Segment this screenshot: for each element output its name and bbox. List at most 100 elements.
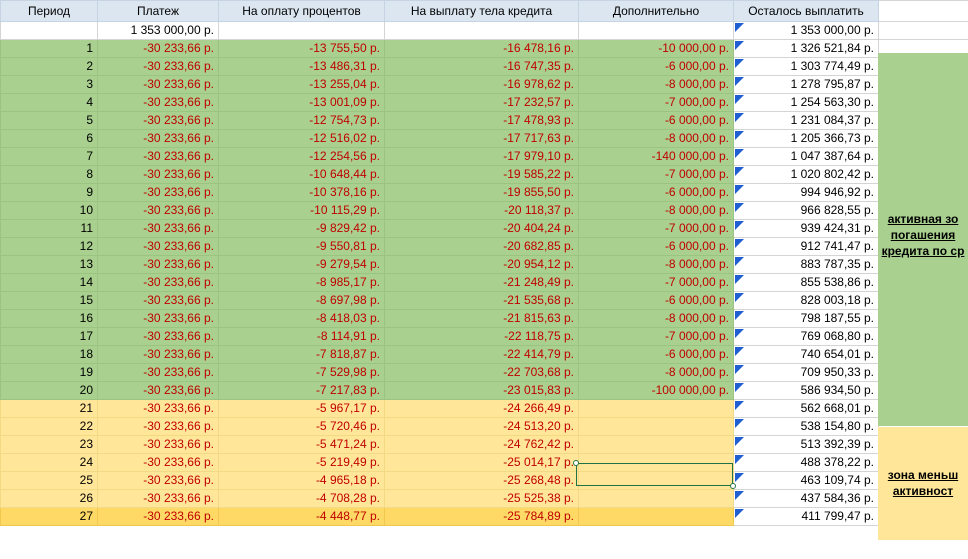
remaining-cell[interactable]: 1 231 084,37 р.: [733, 111, 879, 130]
principal-cell[interactable]: -22 118,75 р.: [384, 327, 579, 346]
payment-cell[interactable]: -30 233,66 р.: [97, 147, 219, 166]
payment-cell[interactable]: -30 233,66 р.: [97, 183, 219, 202]
header-remaining[interactable]: Осталось выплатить: [733, 0, 879, 22]
period-cell[interactable]: 15: [0, 291, 98, 310]
header-period[interactable]: Период: [0, 0, 98, 22]
principal-cell[interactable]: -25 014,17 р.: [384, 453, 579, 472]
remaining-cell[interactable]: 855 538,86 р.: [733, 273, 879, 292]
extra-cell[interactable]: -6 000,00 р.: [578, 57, 734, 76]
extra-cell[interactable]: -7 000,00 р.: [578, 165, 734, 184]
selection-handle-icon[interactable]: [730, 483, 736, 489]
extra-cell[interactable]: [578, 417, 734, 436]
payment-cell[interactable]: -30 233,66 р.: [97, 93, 219, 112]
remaining-cell[interactable]: 769 068,80 р.: [733, 327, 879, 346]
interest-cell[interactable]: -5 967,17 р.: [218, 399, 385, 418]
principal-cell[interactable]: -25 268,48 р.: [384, 471, 579, 490]
extra-cell[interactable]: [578, 453, 734, 472]
payment-cell[interactable]: -30 233,66 р.: [97, 129, 219, 148]
remaining-cell[interactable]: 488 378,22 р.: [733, 453, 879, 472]
period-cell[interactable]: 24: [0, 453, 98, 472]
payment-cell[interactable]: -30 233,66 р.: [97, 255, 219, 274]
principal-cell[interactable]: -17 478,93 р.: [384, 111, 579, 130]
principal-cell[interactable]: -16 978,62 р.: [384, 75, 579, 94]
period-cell[interactable]: 20: [0, 381, 98, 400]
principal-cell[interactable]: -24 266,49 р.: [384, 399, 579, 418]
extra-cell[interactable]: -7 000,00 р.: [578, 273, 734, 292]
payment-cell[interactable]: -30 233,66 р.: [97, 165, 219, 184]
extra-cell[interactable]: -6 000,00 р.: [578, 111, 734, 130]
remaining-cell[interactable]: 883 787,35 р.: [733, 255, 879, 274]
interest-cell[interactable]: -13 001,09 р.: [218, 93, 385, 112]
payment-cell[interactable]: -30 233,66 р.: [97, 417, 219, 436]
initial-remaining-cell[interactable]: 1 353 000,00 р.: [733, 21, 879, 40]
interest-cell[interactable]: -8 114,91 р.: [218, 327, 385, 346]
extra-cell[interactable]: [578, 471, 734, 490]
remaining-cell[interactable]: 1 205 366,73 р.: [733, 129, 879, 148]
principal-cell[interactable]: -22 414,79 р.: [384, 345, 579, 364]
principal-cell[interactable]: -23 015,83 р.: [384, 381, 579, 400]
extra-cell[interactable]: -140 000,00 р.: [578, 147, 734, 166]
payment-cell[interactable]: -30 233,66 р.: [97, 201, 219, 220]
extra-cell[interactable]: -100 000,00 р.: [578, 381, 734, 400]
interest-cell[interactable]: -7 529,98 р.: [218, 363, 385, 382]
principal-cell[interactable]: -21 815,63 р.: [384, 309, 579, 328]
payment-cell[interactable]: -30 233,66 р.: [97, 327, 219, 346]
principal-cell[interactable]: -24 513,20 р.: [384, 417, 579, 436]
extra-cell[interactable]: -7 000,00 р.: [578, 219, 734, 238]
extra-cell[interactable]: -8 000,00 р.: [578, 309, 734, 328]
interest-cell[interactable]: -10 378,16 р.: [218, 183, 385, 202]
interest-cell[interactable]: -12 516,02 р.: [218, 129, 385, 148]
principal-cell[interactable]: -25 784,89 р.: [384, 507, 579, 526]
remaining-cell[interactable]: 437 584,36 р.: [733, 489, 879, 508]
extra-cell[interactable]: [578, 399, 734, 418]
payment-cell[interactable]: -30 233,66 р.: [97, 219, 219, 238]
interest-cell[interactable]: -5 471,24 р.: [218, 435, 385, 454]
principal-cell[interactable]: -25 525,38 р.: [384, 489, 579, 508]
interest-cell[interactable]: -7 818,87 р.: [218, 345, 385, 364]
interest-cell[interactable]: -13 255,04 р.: [218, 75, 385, 94]
period-cell[interactable]: 3: [0, 75, 98, 94]
interest-cell[interactable]: -9 279,54 р.: [218, 255, 385, 274]
remaining-cell[interactable]: 586 934,50 р.: [733, 381, 879, 400]
interest-cell[interactable]: -8 985,17 р.: [218, 273, 385, 292]
remaining-cell[interactable]: 966 828,55 р.: [733, 201, 879, 220]
principal-cell[interactable]: -20 954,12 р.: [384, 255, 579, 274]
extra-cell[interactable]: -6 000,00 р.: [578, 237, 734, 256]
period-cell[interactable]: 19: [0, 363, 98, 382]
initial-payment-cell[interactable]: 1 353 000,00 р.: [97, 21, 219, 40]
period-cell[interactable]: 5: [0, 111, 98, 130]
interest-cell[interactable]: -5 720,46 р.: [218, 417, 385, 436]
remaining-cell[interactable]: 562 668,01 р.: [733, 399, 879, 418]
payment-cell[interactable]: -30 233,66 р.: [97, 291, 219, 310]
payment-cell[interactable]: -30 233,66 р.: [97, 237, 219, 256]
header-principal[interactable]: На выплату тела кредита: [384, 0, 579, 22]
payment-cell[interactable]: -30 233,66 р.: [97, 363, 219, 382]
interest-cell[interactable]: -13 486,31 р.: [218, 57, 385, 76]
principal-cell[interactable]: -24 762,42 р.: [384, 435, 579, 454]
period-cell[interactable]: 4: [0, 93, 98, 112]
principal-cell[interactable]: -16 478,16 р.: [384, 39, 579, 58]
principal-cell[interactable]: -22 703,68 р.: [384, 363, 579, 382]
interest-cell[interactable]: -10 648,44 р.: [218, 165, 385, 184]
payment-cell[interactable]: -30 233,66 р.: [97, 273, 219, 292]
header-payment[interactable]: Платеж: [97, 0, 219, 22]
remaining-cell[interactable]: 912 741,47 р.: [733, 237, 879, 256]
extra-cell[interactable]: -7 000,00 р.: [578, 93, 734, 112]
interest-cell[interactable]: -4 708,28 р.: [218, 489, 385, 508]
extra-cell[interactable]: [578, 435, 734, 454]
interest-cell[interactable]: -5 219,49 р.: [218, 453, 385, 472]
payment-cell[interactable]: -30 233,66 р.: [97, 507, 219, 526]
selection-handle-icon[interactable]: [573, 460, 579, 466]
payment-cell[interactable]: -30 233,66 р.: [97, 471, 219, 490]
remaining-cell[interactable]: 411 799,47 р.: [733, 507, 879, 526]
header-blank-cell[interactable]: [878, 0, 968, 22]
payment-cell[interactable]: -30 233,66 р.: [97, 111, 219, 130]
extra-cell[interactable]: -8 000,00 р.: [578, 201, 734, 220]
period-cell[interactable]: 27: [0, 507, 98, 526]
extra-cell[interactable]: -8 000,00 р.: [578, 255, 734, 274]
period-cell[interactable]: 2: [0, 57, 98, 76]
cell-blank[interactable]: [0, 21, 98, 40]
interest-cell[interactable]: -9 829,42 р.: [218, 219, 385, 238]
period-cell[interactable]: 14: [0, 273, 98, 292]
period-cell[interactable]: 17: [0, 327, 98, 346]
